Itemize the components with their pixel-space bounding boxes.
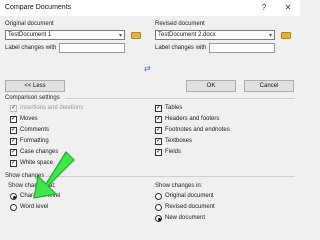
insertions-deletions-checkbox[interactable]: ✓ <box>10 105 17 112</box>
comparison-settings-heading: Comparison settings <box>5 95 60 101</box>
browse-folder-icon[interactable] <box>131 32 141 39</box>
formatting-label: Formatting <box>20 138 49 144</box>
original-document-value: TestDocument 1 <box>8 32 52 38</box>
new-document-radio[interactable] <box>155 215 162 222</box>
browse-folder-icon[interactable] <box>281 32 291 39</box>
original-document-label: Original document <box>5 21 54 27</box>
original-document-option-label: Original document <box>165 193 214 199</box>
new-document-option-label: New document <box>165 215 206 221</box>
dialog-title: Compare Documents <box>5 4 72 11</box>
formatting-checkbox[interactable]: ✓ <box>10 138 17 145</box>
section-divider <box>45 176 295 177</box>
show-changes-in-label: Show changes in: <box>155 183 203 189</box>
fields-label: Fields <box>165 149 182 155</box>
original-label-changes-label: Label changes with <box>5 45 57 51</box>
insertions-deletions-label: Insertions and deletions <box>20 105 84 111</box>
revised-label-changes-input[interactable] <box>209 43 275 53</box>
help-button[interactable]: ? <box>255 2 273 14</box>
revised-document-label: Revised document <box>155 21 205 27</box>
word-level-radio[interactable] <box>10 204 17 211</box>
white-space-checkbox[interactable]: ✓ <box>10 160 17 167</box>
original-document-select[interactable]: TestDocument 1 ▾ <box>5 30 125 40</box>
original-label-changes-input[interactable] <box>59 43 125 53</box>
arrow-shape <box>33 151 75 199</box>
footnotes-endnotes-label: Footnotes and endnotes <box>165 127 230 133</box>
cancel-button[interactable]: Cancel <box>244 80 294 92</box>
comments-label: Comments <box>20 127 50 133</box>
character-level-radio[interactable] <box>10 193 17 200</box>
footnotes-endnotes-checkbox[interactable]: ✓ <box>155 127 162 134</box>
word-level-label: Word level <box>20 204 49 210</box>
revised-label-changes-label: Label changes with <box>155 45 207 51</box>
textboxes-checkbox[interactable]: ✓ <box>155 138 162 145</box>
swap-documents-icon[interactable]: ⇄ <box>144 64 151 73</box>
comments-checkbox[interactable]: ✓ <box>10 127 17 134</box>
section-divider <box>65 98 295 99</box>
chevron-down-icon: ▾ <box>268 33 272 39</box>
ok-button[interactable]: OK <box>186 80 236 92</box>
close-button[interactable]: ✕ <box>279 2 297 14</box>
case-changes-checkbox[interactable]: ✓ <box>10 149 17 156</box>
revised-document-select[interactable]: TestDocument 2.docx ▾ <box>155 30 275 40</box>
tables-label: Tables <box>165 105 183 111</box>
original-document-radio[interactable] <box>155 193 162 200</box>
moves-checkbox[interactable]: ✓ <box>10 116 17 123</box>
textboxes-label: Textboxes <box>165 138 193 144</box>
revised-document-value: TestDocument 2.docx <box>158 32 216 38</box>
green-arrow-icon <box>33 151 75 199</box>
less-button[interactable]: << Less <box>5 80 65 92</box>
tables-checkbox[interactable]: ✓ <box>155 105 162 112</box>
fields-checkbox[interactable]: ✓ <box>155 149 162 156</box>
moves-label: Moves <box>20 116 38 122</box>
revised-document-radio[interactable] <box>155 204 162 211</box>
headers-footers-checkbox[interactable]: ✓ <box>155 116 162 123</box>
revised-document-option-label: Revised document <box>165 204 215 210</box>
headers-footers-label: Headers and footers <box>165 116 220 122</box>
chevron-down-icon: ▾ <box>118 33 122 39</box>
